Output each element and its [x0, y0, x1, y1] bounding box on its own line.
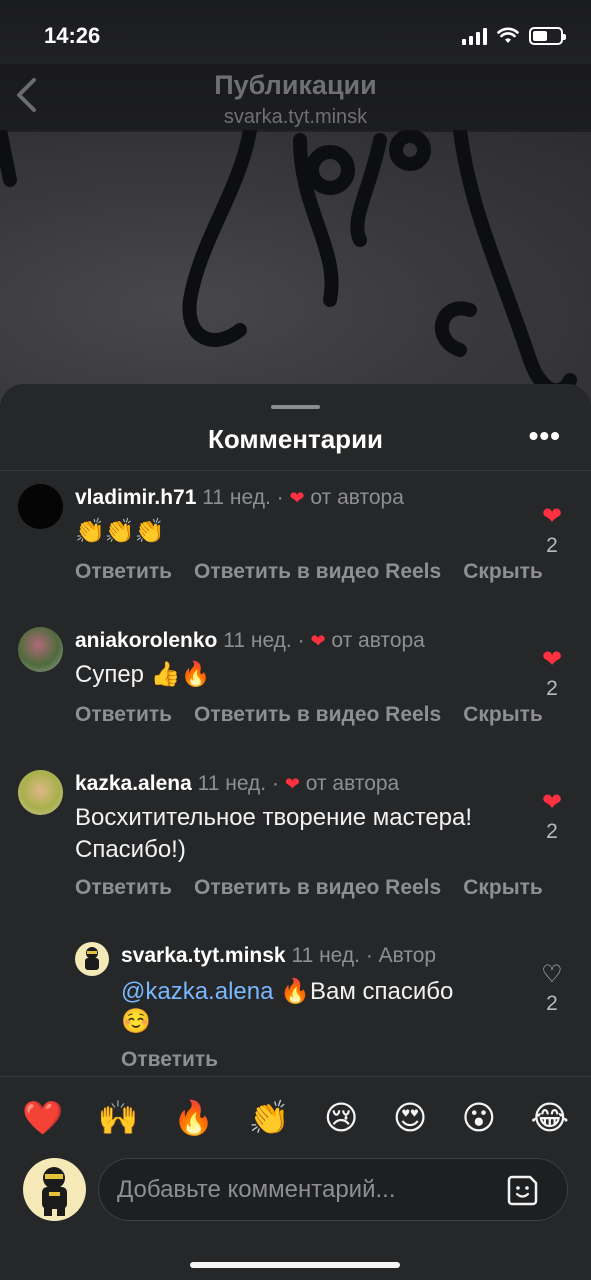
- welder-logo-icon: [85, 947, 99, 970]
- comment-header: kazka.alena 11 нед. · ❤ от автора: [75, 772, 399, 796]
- comment-like[interactable]: ❤ 2: [539, 504, 565, 558]
- comment-text: Супер 👍🔥: [75, 661, 211, 688]
- comment-time: 11 нед. ·: [223, 629, 305, 652]
- reaction-fire[interactable]: 🔥: [173, 1098, 214, 1138]
- page-title: Публикации: [214, 70, 377, 100]
- comment-like[interactable]: ♡ 2: [539, 962, 565, 1016]
- quick-reactions-bar: ❤️ 🙌 🔥 👏 😢 😍 😮 😂: [0, 1076, 591, 1158]
- sticker-icon[interactable]: [506, 1174, 539, 1207]
- like-count: 2: [546, 820, 558, 843]
- heart-filled-icon[interactable]: ❤: [539, 790, 565, 816]
- comment-input[interactable]: Добавьте комментарий...: [98, 1158, 568, 1221]
- heart-outline-icon[interactable]: ♡: [539, 962, 565, 988]
- comment-text-rest: 🔥Вам спасибо: [280, 978, 454, 1005]
- comment-username[interactable]: vladimir.h71: [75, 486, 196, 509]
- comment-actions: Ответить Ответить в видео Reels Скрыть: [75, 560, 565, 584]
- welder-logo-icon: [42, 1167, 67, 1216]
- comment-text-line-1: Восхитительное творение мастера!: [75, 804, 473, 831]
- comment-username[interactable]: aniakorolenko: [75, 629, 217, 652]
- page-subtitle: svarka.tyt.minsk: [223, 106, 368, 128]
- wrought-iron-photo: [0, 130, 577, 398]
- reply-reels-button[interactable]: Ответить в видео Reels: [194, 703, 441, 726]
- heart-icon: ❤: [310, 631, 326, 651]
- comment-time: 11 нед. ·: [197, 772, 279, 795]
- reaction-heart-eyes[interactable]: 😍: [393, 1098, 427, 1138]
- hide-button[interactable]: Скрыть: [463, 703, 543, 726]
- avatar[interactable]: [18, 484, 63, 529]
- comment-like[interactable]: ❤ 2: [539, 790, 565, 844]
- comment-text: 👏👏👏: [75, 518, 165, 545]
- cellular-signal-icon: [462, 27, 487, 45]
- hide-button[interactable]: Скрыть: [463, 560, 543, 583]
- reaction-laughing[interactable]: 😂: [530, 1098, 569, 1138]
- reply-reels-button[interactable]: Ответить в видео Reels: [194, 560, 441, 583]
- status-bar: 14:26: [0, 0, 591, 72]
- home-indicator[interactable]: [190, 1262, 400, 1268]
- author-like-label: от автора: [305, 772, 400, 795]
- header-divider: [0, 470, 591, 471]
- sheet-grabber-handle[interactable]: [271, 405, 320, 409]
- sheet-header: Комментарии •••: [0, 420, 591, 470]
- heart-filled-icon[interactable]: ❤: [539, 504, 565, 530]
- sheet-title: Комментарии: [207, 424, 384, 454]
- comment-time: 11 нед. · Автор: [291, 944, 437, 967]
- comment-time: 11 нед. ·: [202, 486, 284, 509]
- comment-actions: Ответить Ответить в видео Reels Скрыть: [75, 876, 565, 900]
- reply-reels-button[interactable]: Ответить в видео Reels: [194, 876, 441, 899]
- like-count: 2: [546, 992, 558, 1015]
- reply-button[interactable]: Ответить: [75, 560, 172, 583]
- top-nav-bar: Публикации svarka.tyt.minsk: [0, 64, 591, 132]
- comment-username[interactable]: kazka.alena: [75, 772, 192, 795]
- reply-button[interactable]: Ответить: [75, 703, 172, 726]
- comment-actions: Ответить Ответить в видео Reels Скрыть: [75, 703, 565, 727]
- comment-text-line-1: @kazka.alena 🔥Вам спасибо: [121, 976, 453, 1008]
- comment-header: vladimir.h71 11 нед. · ❤ от автора: [75, 486, 404, 510]
- comment-header: svarka.tyt.minsk 11 нед. · Автор: [121, 944, 436, 968]
- reaction-clap[interactable]: 👏: [249, 1098, 290, 1138]
- comment-input-placeholder: Добавьте комментарий...: [117, 1176, 396, 1203]
- like-count: 2: [546, 677, 558, 700]
- reaction-heart[interactable]: ❤️: [22, 1098, 63, 1138]
- status-icons: [462, 27, 566, 45]
- comment-like[interactable]: ❤ 2: [539, 647, 565, 701]
- author-like-label: от автора: [331, 629, 425, 652]
- mention-link[interactable]: @kazka.alena: [121, 978, 273, 1005]
- like-count: 2: [546, 534, 558, 557]
- reaction-crying[interactable]: 😢: [324, 1098, 358, 1138]
- comment-header: aniakorolenko 11 нед. · ❤ от автора: [75, 629, 425, 653]
- comment-text-line-2: Спасибо!): [75, 836, 186, 863]
- comment-username[interactable]: svarka.tyt.minsk: [121, 944, 286, 967]
- hide-button[interactable]: Скрыть: [463, 876, 543, 899]
- reaction-raised-hands[interactable]: 🙌: [98, 1098, 139, 1138]
- heart-filled-icon[interactable]: ❤: [539, 647, 565, 673]
- heart-icon: ❤: [289, 488, 305, 508]
- avatar[interactable]: [75, 942, 109, 976]
- more-options-button[interactable]: •••: [529, 420, 561, 452]
- reply-button[interactable]: Ответить: [75, 876, 172, 899]
- avatar[interactable]: [18, 770, 63, 815]
- my-avatar: [23, 1158, 86, 1221]
- wifi-icon: [497, 27, 519, 43]
- battery-icon: [529, 27, 566, 45]
- comment-text-line-2: ☺️: [121, 1008, 151, 1035]
- reply-button[interactable]: Ответить: [121, 1048, 218, 1071]
- status-time: 14:26: [44, 23, 101, 48]
- avatar[interactable]: [18, 627, 63, 672]
- heart-icon: ❤: [284, 774, 300, 794]
- comment-actions: Ответить: [121, 1048, 240, 1072]
- author-like-label: от автора: [310, 486, 404, 509]
- reaction-surprised[interactable]: 😮: [462, 1098, 496, 1138]
